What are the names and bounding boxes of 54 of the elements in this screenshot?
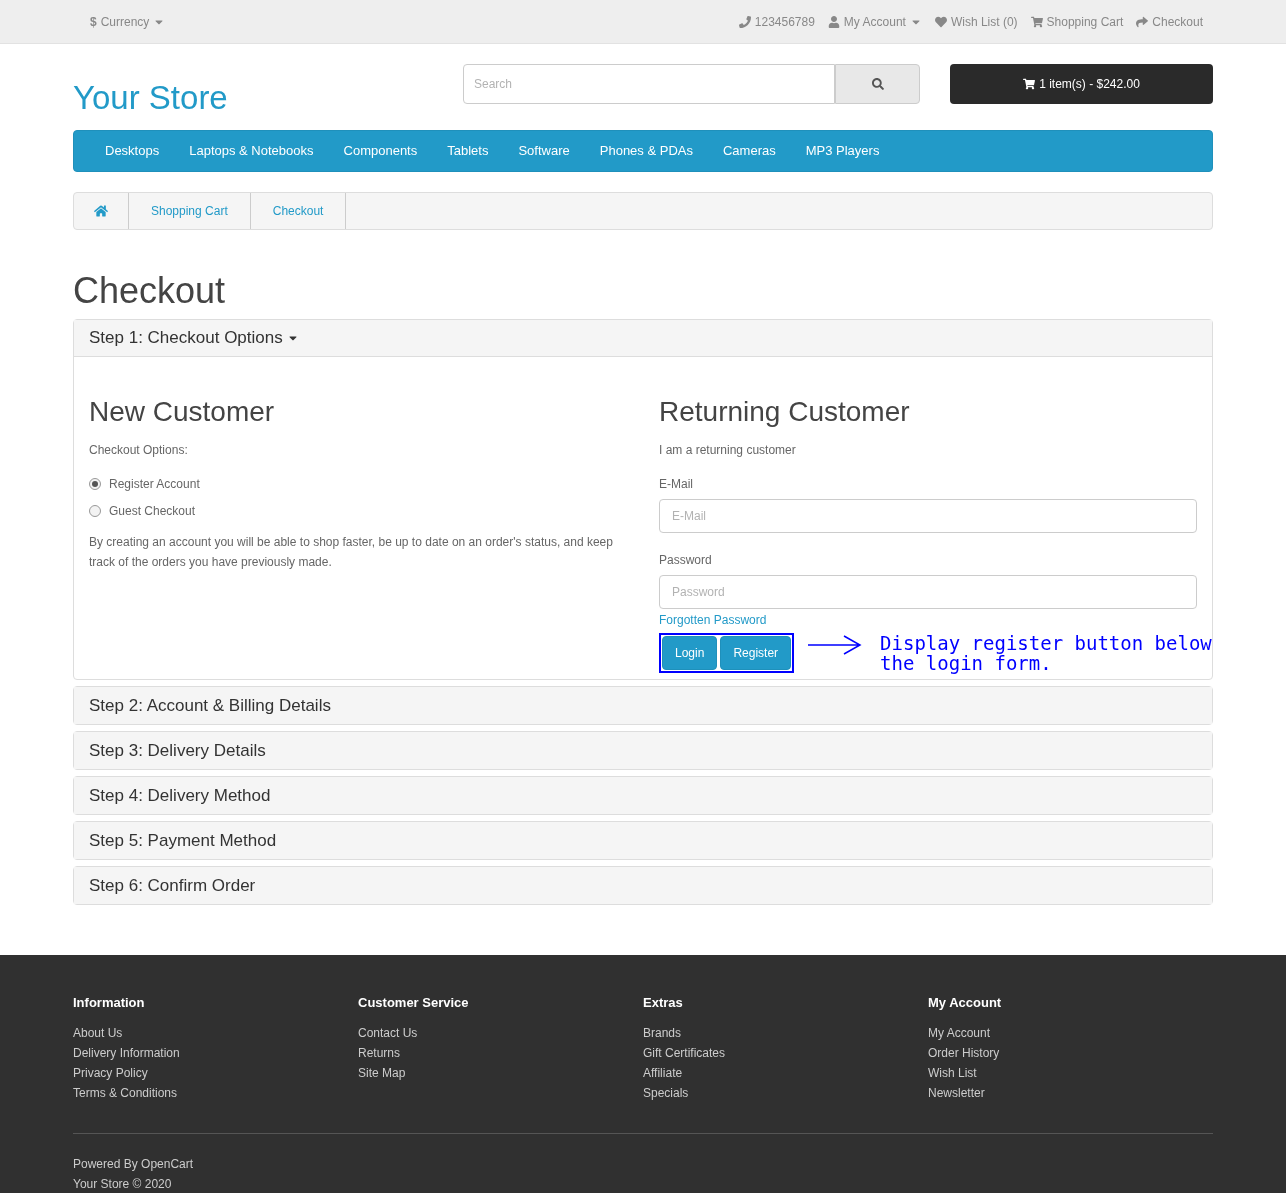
field-label: Password	[659, 552, 713, 569]
powered-by-text: Powered By OpenCart	[73, 1155, 195, 1173]
step-header[interactable]: Step 6: Confirm Order	[74, 867, 1212, 904]
home-icon	[94, 204, 108, 218]
step-header[interactable]: Step 2: Account & Billing Details	[74, 687, 1212, 724]
footer-link[interactable]: Contact Us	[358, 1022, 643, 1043]
user-icon	[827, 15, 840, 28]
footer-link[interactable]: Newsletter	[928, 1082, 1213, 1103]
cart-button[interactable]: 1 item(s) - $242.00	[950, 64, 1213, 104]
subtitle-text: I am a returning customer	[659, 442, 797, 459]
step-header[interactable]: Step 4: Delivery Method	[74, 777, 1212, 814]
footer-link[interactable]: Site Map	[358, 1062, 643, 1083]
annotation-text: Display register button below the login form.	[880, 633, 1213, 673]
arrow-icon	[808, 635, 863, 655]
field-label: E-Mail	[659, 476, 694, 493]
password-field[interactable]: Password	[659, 575, 1197, 609]
footer-link[interactable]: Specials	[643, 1082, 928, 1103]
step-header[interactable]: Step 1: Checkout Options	[74, 320, 1212, 357]
step-header[interactable]: Step 3: Delivery Details	[74, 732, 1212, 769]
section-heading: New Customer	[89, 395, 276, 429]
cart-icon	[1023, 78, 1036, 90]
footer-link[interactable]: Brands	[643, 1022, 928, 1043]
footer-heading: Information	[73, 994, 146, 1012]
footer-heading: Customer Service	[358, 994, 470, 1012]
footer-link[interactable]: Gift Certificates	[643, 1042, 928, 1063]
footer-heading: My Account	[928, 994, 1003, 1012]
footer-link[interactable]: Affiliate	[643, 1062, 928, 1083]
footer-link[interactable]: Order History	[928, 1042, 1213, 1063]
footer-link[interactable]: My Account	[928, 1022, 1213, 1043]
footer-link[interactable]: Terms & Conditions	[73, 1082, 358, 1103]
email-field[interactable]: E-Mail	[659, 499, 1197, 533]
footer-link[interactable]: Wish List	[928, 1062, 1213, 1083]
section-heading: Returning Customer	[659, 395, 911, 429]
radio-option[interactable]: Guest Checkout	[89, 502, 629, 520]
options-label: Checkout Options:	[89, 442, 189, 459]
footer-link[interactable]: Privacy Policy	[73, 1062, 358, 1083]
share-icon	[1136, 15, 1149, 28]
radio-button[interactable]	[89, 505, 101, 517]
cart-icon	[1030, 15, 1043, 28]
search-icon	[871, 78, 884, 90]
copyright-text: Your Store © 2020	[73, 1175, 173, 1193]
step-header[interactable]: Step 5: Payment Method	[74, 822, 1212, 859]
heart-icon	[934, 15, 947, 28]
description-text: By creating an account you will be able to shop faster, be up to date on an order's status, and keep track of the orders you have previously made.	[89, 534, 614, 571]
footer-link[interactable]: About Us	[73, 1022, 358, 1043]
radio-option[interactable]: Register Account	[89, 475, 629, 493]
opencart-link[interactable]: OpenCart	[141, 1156, 194, 1171]
search-field[interactable]: Search	[463, 64, 835, 104]
radio-button[interactable]	[89, 478, 101, 490]
phone-icon	[738, 15, 751, 28]
footer-link[interactable]: Delivery Information	[73, 1042, 358, 1063]
page-title: Checkout	[73, 269, 227, 313]
footer-link[interactable]: Returns	[358, 1042, 643, 1063]
footer-heading: Extras	[643, 994, 684, 1012]
